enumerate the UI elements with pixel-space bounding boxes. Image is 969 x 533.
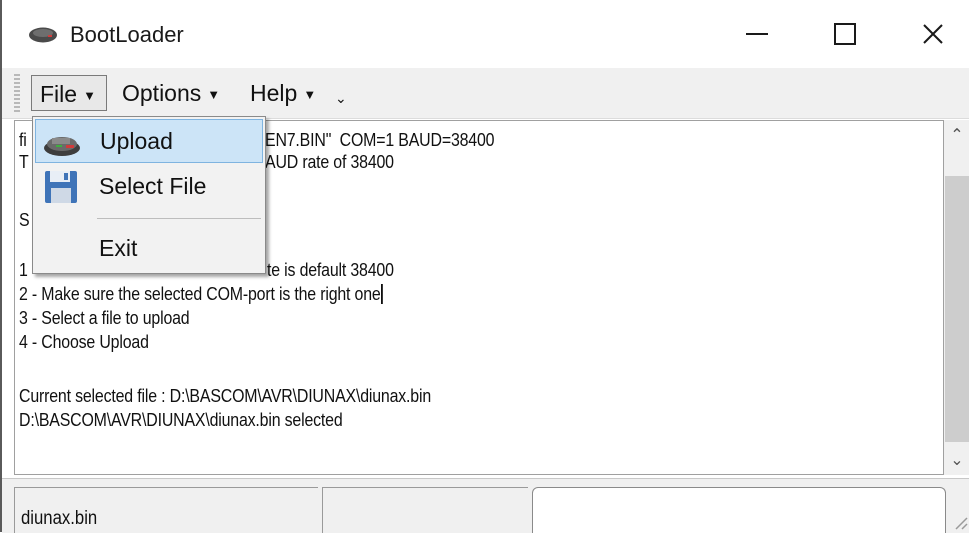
log-line: fi [19, 129, 27, 150]
caret-down-icon: ▼ [207, 86, 221, 102]
log-line: 1 [19, 259, 28, 280]
text-cursor [381, 284, 384, 304]
status-panel-2 [322, 487, 528, 533]
toolbar-overflow-icon[interactable]: ⌄ [335, 90, 347, 107]
maximize-icon [834, 23, 856, 45]
log-line: 2 - Make sure the selected COM-port is t… [19, 283, 384, 305]
minimize-icon [746, 33, 768, 35]
floppy-disk-icon [45, 171, 77, 203]
menu-item-select-file[interactable]: Select File [35, 165, 263, 209]
menu-options[interactable]: Options ▼ [114, 75, 238, 111]
log-line: S [19, 209, 30, 230]
title-bar[interactable]: BootLoader [2, 0, 969, 68]
status-bar: diunax.bin [2, 478, 969, 533]
menu-separator [97, 218, 261, 219]
resize-grip-icon[interactable] [954, 512, 968, 530]
scroll-up-button[interactable]: ⌃ [944, 120, 969, 150]
status-panel-file: diunax.bin [14, 487, 318, 533]
menu-item-upload-label: Upload [100, 128, 173, 154]
menu-bar: File ▼ Options ▼ Help ▼ ⌄ [2, 68, 969, 119]
maximize-button[interactable] [810, 0, 880, 68]
chevron-down-icon: ⌄ [950, 452, 964, 469]
menu-file-label: File [40, 81, 78, 107]
toolbar-grip[interactable] [14, 74, 20, 112]
menu-file[interactable]: File ▼ [31, 75, 107, 111]
log-line: Current selected file : D:\BASCOM\AVR\DI… [19, 385, 432, 406]
status-panel-3 [532, 487, 946, 533]
log-line: T [19, 151, 29, 172]
bootloader-window: BootLoader File ▼ Options ▼ Help ▼ ⌄ fi EN [0, 0, 969, 533]
chevron-up-icon: ⌃ [950, 127, 964, 144]
menu-item-upload[interactable]: Upload [35, 119, 263, 163]
menu-options-label: Options [122, 80, 202, 106]
menu-item-exit-label: Exit [99, 235, 138, 261]
caret-down-icon: ▼ [303, 86, 317, 102]
file-dropdown-menu: Upload Select File Exit [32, 116, 266, 274]
log-line: 3 - Select a file to upload [19, 307, 190, 328]
menu-help-label: Help [250, 80, 298, 106]
log-line: 4 - Choose Upload [19, 331, 149, 352]
menu-help[interactable]: Help ▼ [242, 75, 334, 111]
device-icon [29, 27, 57, 43]
close-button[interactable] [898, 0, 968, 68]
window-title: BootLoader [70, 22, 184, 47]
menu-item-exit[interactable]: Exit [35, 227, 263, 271]
log-line-text: 2 - Make sure the selected COM-port is t… [19, 283, 381, 304]
vertical-scrollbar[interactable]: ⌃ ⌄ [944, 120, 969, 475]
minimize-button[interactable] [722, 0, 792, 68]
close-icon [923, 24, 943, 44]
scrollbar-thumb[interactable] [945, 176, 969, 442]
chip-upload-icon [44, 137, 80, 156]
log-line: te is default 38400 [267, 259, 394, 280]
scroll-down-button[interactable]: ⌄ [944, 445, 969, 475]
log-line: AUD rate of 38400 [265, 151, 394, 172]
status-file-name: diunax.bin [21, 508, 98, 529]
log-line: D:\BASCOM\AVR\DIUNAX\diunax.bin selected [19, 409, 343, 430]
caret-down-icon: ▼ [83, 87, 96, 103]
menu-item-select-file-label: Select File [99, 173, 207, 199]
log-line: EN7.BIN" COM=1 BAUD=38400 [265, 129, 495, 150]
